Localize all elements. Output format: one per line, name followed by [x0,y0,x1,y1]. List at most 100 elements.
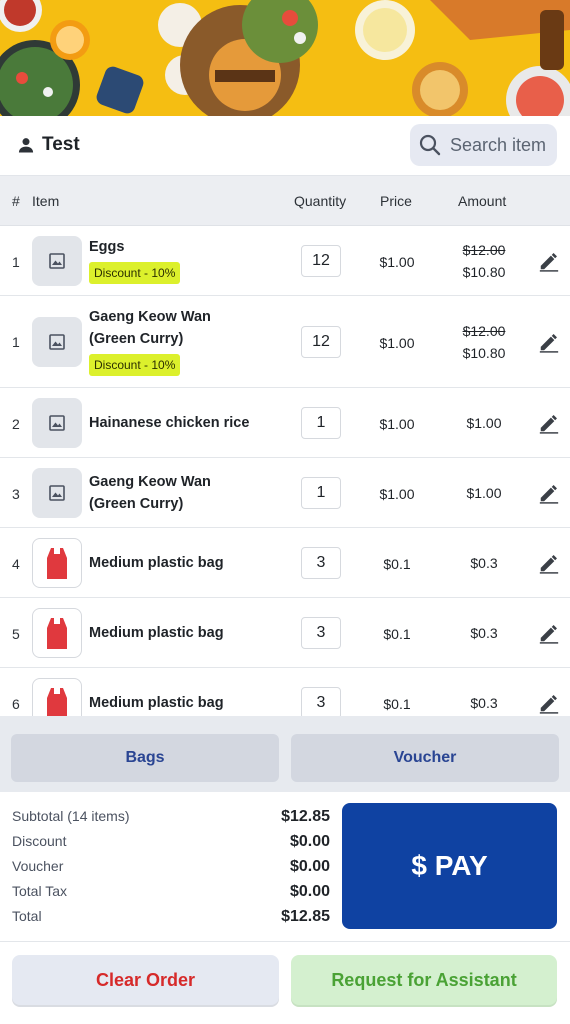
search-box[interactable] [410,124,557,166]
plastic-bag-icon [32,678,82,716]
item-name: Medium plastic bag [89,695,224,711]
edit-icon[interactable] [538,331,560,353]
table-row[interactable]: 1 Eggs Discount - 10% 12 $1.00 $12.00 $1… [0,226,570,296]
edit-icon[interactable] [538,250,560,272]
discount-badge: Discount - 10% [89,262,181,284]
search-input[interactable] [450,134,554,156]
subtotal-label: Subtotal (14 items) [12,808,130,824]
quantity-field[interactable]: 12 [301,326,341,358]
column-item: Item [32,193,60,209]
image-placeholder-icon [32,468,82,518]
plastic-bag-icon [32,538,82,588]
item-name: Medium plastic bag [89,555,224,571]
quantity-field[interactable]: 12 [301,245,341,277]
customer-name: Test [42,134,80,155]
edit-icon[interactable] [538,692,560,714]
voucher-button[interactable]: Voucher [291,734,559,782]
request-assistant-button[interactable]: Request for Assistant [291,955,557,1005]
quantity-field[interactable]: 3 [301,547,341,579]
edit-icon[interactable] [538,552,560,574]
customer-selector[interactable]: Test [16,134,80,156]
subtotal-line: Subtotal (14 items) $12.85 [12,808,330,825]
bottom-actions: Clear Order Request for Assistant [0,942,570,1024]
item-name: Hainanese chicken rice [89,415,250,431]
table-row[interactable]: 4 Medium plastic bag 3 $0.1 $0.3 [0,528,570,598]
table-row[interactable]: 3 Gaeng Keow Wan (Green Curry) 1 $1.00 $… [0,458,570,528]
row-index: 4 [12,556,20,572]
plastic-bag-icon [32,608,82,658]
edit-icon[interactable] [538,622,560,644]
order-items-list[interactable]: 1 Eggs Discount - 10% 12 $1.00 $12.00 $1… [0,226,570,716]
item-price: $1.00 [379,335,415,351]
food-banner-image [0,0,570,116]
row-index: 2 [12,416,20,432]
item-price: $1.00 [379,416,415,432]
item-name: Gaeng Keow Wan (Green Curry) [89,309,211,347]
quantity-field[interactable]: 1 [301,407,341,439]
column-index: # [12,193,20,209]
item-amount: $12.00 $10.80 [452,320,516,364]
total-value: $12.85 [281,908,330,925]
image-placeholder-icon [32,398,82,448]
search-icon [419,134,441,156]
discount-line: Discount $0.00 [12,833,330,850]
voucher-value: $0.00 [289,858,330,875]
order-summary: Subtotal (14 items) $12.85 Discount $0.0… [0,792,570,942]
original-amount: $12.00 [462,323,506,339]
item-name-cell: Gaeng Keow Wan (Green Curry) Discount - … [89,306,219,376]
edit-icon[interactable] [538,412,560,434]
edit-icon[interactable] [538,482,560,504]
table-row[interactable]: 2 Hainanese chicken rice 1 $1.00 $1.00 [0,388,570,458]
image-placeholder-icon [32,317,82,367]
tax-line: Total Tax $0.00 [12,883,330,900]
row-index: 1 [12,254,20,270]
quantity-field[interactable]: 3 [301,617,341,649]
tax-value: $0.00 [289,883,330,900]
final-amount: $10.80 [462,264,506,280]
row-index: 3 [12,486,20,502]
table-row[interactable]: 5 Medium plastic bag 3 $0.1 $0.3 [0,598,570,668]
item-price: $0.1 [383,696,411,712]
user-icon [18,138,34,153]
item-name-cell: Eggs Discount - 10% [89,236,269,284]
table-row[interactable]: 6 Medium plastic bag 3 $0.1 $0.3 [0,668,570,716]
discount-label: Discount [12,833,67,849]
final-amount: $0.3 [470,695,498,711]
pay-button[interactable]: $ PAY [342,803,557,929]
item-name: Medium plastic bag [89,625,224,641]
column-quantity: Quantity [294,193,347,209]
order-actions-bar: Bags Voucher [0,716,570,792]
quantity-field[interactable]: 1 [301,477,341,509]
column-price: Price [380,193,412,209]
item-price: $1.00 [379,486,415,502]
item-name: Gaeng Keow Wan (Green Curry) [89,474,211,512]
discount-badge: Discount - 10% [89,354,181,376]
clear-order-button[interactable]: Clear Order [12,955,279,1005]
row-index: 5 [12,626,20,642]
item-name: Eggs [89,239,125,255]
tax-label: Total Tax [12,883,67,899]
item-price: $0.1 [383,626,411,642]
column-amount: Amount [458,193,507,209]
discount-value: $0.00 [289,833,330,850]
table-row[interactable]: 1 Gaeng Keow Wan (Green Curry) Discount … [0,296,570,388]
pos-order-screen: Test # Item Quantity Price Amount 1 Eggs… [0,0,570,1024]
table-header: # Item Quantity Price Amount [0,176,570,226]
quantity-field[interactable]: 3 [301,687,341,716]
voucher-line: Voucher $0.00 [12,858,330,875]
total-line: Total $12.85 [12,908,330,925]
original-amount: $12.00 [462,242,506,258]
final-amount: $1.00 [466,415,502,431]
voucher-label: Voucher [12,858,64,874]
final-amount: $1.00 [466,485,502,501]
item-price: $1.00 [379,254,415,270]
bags-button[interactable]: Bags [11,734,279,782]
item-amount: $12.00 $10.80 [452,239,516,283]
image-placeholder-icon [32,236,82,286]
final-amount: $10.80 [462,345,506,361]
order-header: Test [0,116,570,176]
final-amount: $0.3 [470,625,498,641]
row-index: 1 [12,334,20,350]
subtotal-value: $12.85 [281,808,330,825]
row-index: 6 [12,696,20,712]
